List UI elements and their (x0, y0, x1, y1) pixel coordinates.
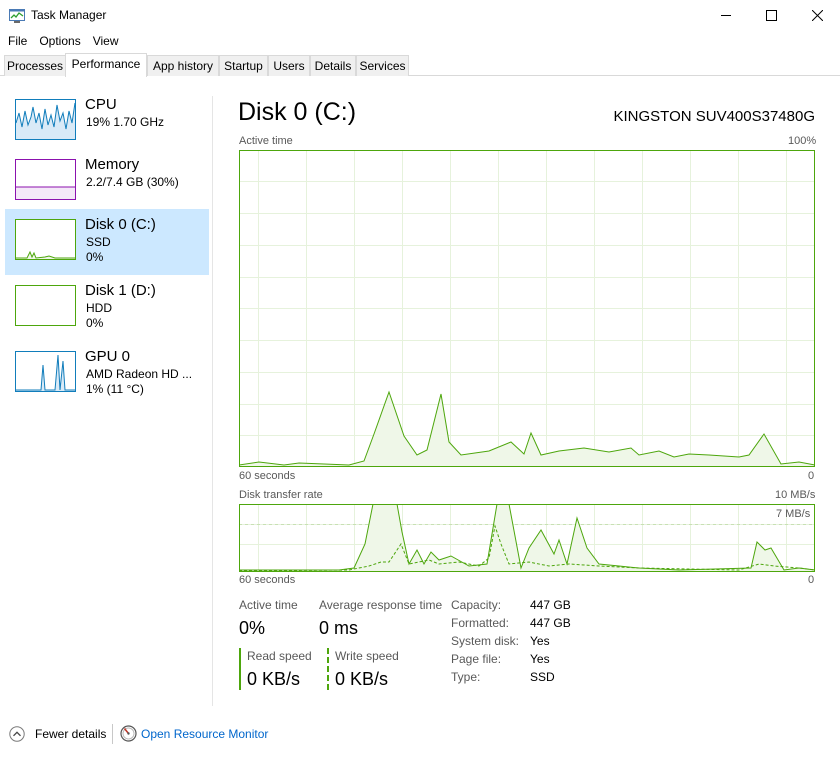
active-time-stat-label: Active time (239, 598, 298, 612)
sidebar-item-detail: 19% 1.70 GHz (86, 115, 165, 129)
tab-services[interactable]: Services (356, 55, 409, 76)
resource-monitor-icon[interactable] (120, 725, 137, 742)
read-rate-area (239, 504, 815, 572)
active-time-graph (239, 150, 815, 467)
tab-processes[interactable]: Processes (4, 55, 66, 76)
sidebar-item-title: Disk 1 (D:) (85, 282, 156, 299)
sidebar-item-title: GPU 0 (85, 348, 131, 365)
disk-1-thumbnail-graph (15, 285, 76, 326)
page-file-label: Page file: (451, 652, 502, 666)
type-label: Type: (451, 670, 481, 684)
write-speed-indicator (327, 648, 329, 690)
sidebar-item-gpu-0[interactable]: GPU 0 AMD Radeon HD ... 1% (11 °C) (5, 341, 209, 407)
sidebar-item-disk-0[interactable]: Disk 0 (C:) SSD 0% (5, 209, 209, 275)
sidebar-item-usage: 1% (11 °C) (86, 382, 144, 396)
sidebar-item-memory[interactable]: Memory 2.2/7.4 GB (30%) (5, 149, 209, 215)
sidebar-item-usage: 0% (86, 250, 104, 264)
minimize-button[interactable] (703, 0, 749, 31)
cpu-thumbnail-graph (15, 99, 76, 140)
tab-details[interactable]: Details (310, 55, 356, 76)
tab-startup[interactable]: Startup (219, 55, 268, 76)
transfer-rate-zero-label: 0 (808, 574, 815, 586)
capacity-value: 447 GB (530, 598, 571, 612)
performance-sidebar: CPU 19% 1.70 GHz Memory 2.2/7.4 GB (30%)… (0, 77, 212, 707)
transfer-rate-graph (239, 504, 815, 572)
disk-0-thumbnail-graph (15, 219, 76, 260)
title-bar[interactable]: Task Manager (0, 0, 840, 31)
transfer-rate-marker-label: 7 MB/s (776, 508, 811, 520)
capacity-label: Capacity: (451, 598, 502, 612)
active-time-area (239, 392, 815, 467)
sidebar-item-model: AMD Radeon HD ... (86, 367, 193, 381)
open-resource-monitor-link[interactable]: Open Resource Monitor (141, 727, 268, 741)
memory-thumbnail-graph (15, 159, 76, 200)
task-manager-icon (9, 9, 25, 23)
footer-separator (0, 707, 840, 708)
menu-options[interactable]: Options (33, 31, 86, 52)
sidebar-item-type: HDD (86, 301, 112, 315)
minimize-icon (720, 15, 731, 16)
active-time-zero-label: 0 (808, 470, 815, 482)
close-button[interactable] (794, 0, 840, 31)
active-time-max-label: 100% (788, 135, 817, 147)
tab-performance[interactable]: Performance (65, 53, 147, 77)
disk-model-name: KINGSTON SUV400S37480G (613, 108, 816, 125)
sidebar-item-cpu[interactable]: CPU 19% 1.70 GHz (5, 89, 209, 155)
transfer-rate-chart-label: Disk transfer rate (239, 489, 323, 501)
read-speed-label: Read speed (247, 649, 312, 663)
active-time-stat-value: 0% (239, 618, 266, 638)
page-title: Disk 0 (C:) (238, 98, 357, 126)
window-title: Task Manager (31, 8, 107, 22)
menu-bar: File Options View (0, 31, 840, 52)
sidebar-item-title: Disk 0 (C:) (85, 216, 156, 233)
page-file-value: Yes (530, 652, 550, 666)
sidebar-item-detail: 2.2/7.4 GB (30%) (86, 175, 179, 189)
sidebar-item-disk-1[interactable]: Disk 1 (D:) HDD 0% (5, 275, 209, 341)
write-speed-value: 0 KB/s (335, 669, 389, 689)
menu-view[interactable]: View (87, 31, 125, 52)
formatted-value: 447 GB (530, 616, 571, 630)
close-icon (811, 10, 823, 21)
read-speed-indicator (239, 648, 241, 690)
tab-bar: Processes Performance App history Startu… (0, 53, 840, 77)
panel-divider (212, 96, 213, 706)
sidebar-item-title: CPU (85, 96, 117, 113)
fewer-details-button[interactable]: Fewer details (35, 727, 106, 741)
sidebar-item-title: Memory (85, 156, 140, 173)
maximize-icon (765, 10, 777, 21)
sidebar-item-usage: 0% (86, 316, 104, 330)
fewer-details-icon[interactable] (9, 726, 25, 742)
system-disk-value: Yes (530, 634, 550, 648)
write-speed-label: Write speed (335, 649, 399, 663)
type-value: SSD (530, 670, 555, 684)
active-time-duration-label: 60 seconds (239, 470, 296, 482)
read-speed-value: 0 KB/s (247, 669, 301, 689)
transfer-rate-max-label: 10 MB/s (775, 489, 816, 501)
system-disk-label: System disk: (451, 634, 520, 648)
tab-users[interactable]: Users (268, 55, 310, 76)
transfer-rate-duration-label: 60 seconds (239, 574, 296, 586)
menu-file[interactable]: File (2, 31, 33, 52)
response-time-stat-value: 0 ms (319, 618, 359, 638)
footer-divider (112, 724, 113, 744)
sidebar-item-type: SSD (86, 235, 111, 249)
active-time-grid (239, 150, 815, 467)
active-time-chart-label: Active time (239, 135, 293, 147)
gpu-0-thumbnail-graph (15, 351, 76, 392)
formatted-label: Formatted: (451, 616, 510, 630)
response-time-stat-label: Average response time (319, 598, 443, 612)
maximize-button[interactable] (748, 0, 794, 31)
tab-app-history[interactable]: App history (147, 55, 219, 76)
